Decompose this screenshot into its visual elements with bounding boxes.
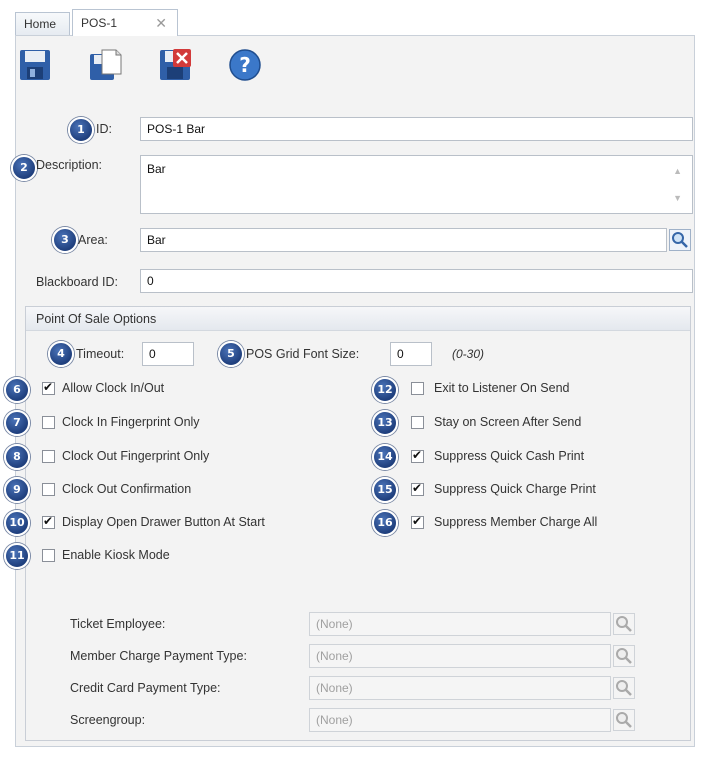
callout-badge: 11: [4, 543, 30, 569]
search-icon[interactable]: [613, 709, 635, 731]
scroll-down-icon[interactable]: ▼: [673, 187, 682, 209]
tab-home[interactable]: Home: [15, 12, 70, 35]
stay-on-screen-label: Stay on Screen After Send: [434, 415, 582, 429]
clock-in-fingerprint-only-label: Clock In Fingerprint Only: [62, 415, 200, 429]
id-field[interactable]: POS-1 Bar: [140, 117, 693, 141]
suppress-member-charge-checkbox[interactable]: [411, 514, 424, 529]
clock-out-fingerprint-only-checkbox[interactable]: [42, 450, 55, 463]
area-label: Area:: [78, 233, 108, 247]
callout-badge: 3: [52, 227, 78, 253]
font-size-range-hint: (0-30): [452, 347, 485, 361]
allow-clock-in-out-label: Allow Clock In/Out: [62, 381, 165, 395]
callout-badge: 8: [4, 444, 30, 470]
clock-in-fingerprint-only-checkbox[interactable]: [42, 416, 55, 429]
screengroup-label: Screengroup:: [70, 713, 146, 727]
tab-home-label: Home: [24, 17, 57, 31]
callout-badge: 5: [218, 341, 244, 367]
search-icon[interactable]: [613, 677, 635, 699]
display-open-drawer-label: Display Open Drawer Button At Start: [62, 515, 265, 529]
scroll-up-icon[interactable]: ▲: [673, 160, 682, 182]
screengroup-field[interactable]: (None): [309, 708, 611, 732]
ticket-employee-field[interactable]: (None): [309, 612, 611, 636]
callout-badge: 1: [68, 117, 94, 143]
callout-badge: 7: [4, 410, 30, 436]
tab-pos-1-label: POS-1: [81, 16, 118, 30]
svg-text:?: ?: [239, 53, 251, 77]
callout-badge: 4: [48, 341, 74, 367]
exit-to-listener-checkbox[interactable]: [411, 382, 424, 395]
tab-pos-1[interactable]: POS-1 ✕: [72, 9, 178, 36]
grid-font-size-field[interactable]: 0: [390, 342, 432, 366]
display-open-drawer-checkbox[interactable]: [42, 514, 55, 529]
callout-badge: 14: [372, 444, 398, 470]
blackboard-id-label: Blackboard ID:: [36, 275, 118, 289]
credit-card-payment-type-field[interactable]: (None): [309, 676, 611, 700]
clock-out-confirmation-label: Clock Out Confirmation: [62, 482, 192, 496]
group-title: Point Of Sale Options: [26, 307, 690, 331]
member-charge-payment-type-label: Member Charge Payment Type:: [70, 649, 247, 663]
tab-bar: Home POS-1 ✕: [15, 8, 695, 36]
clock-out-confirmation-checkbox[interactable]: [42, 483, 55, 496]
exit-to-listener-label: Exit to Listener On Send: [434, 381, 570, 395]
description-label: Description:: [36, 158, 102, 172]
description-field[interactable]: Bar ▲ ▼: [140, 155, 693, 214]
stay-on-screen-checkbox[interactable]: [411, 416, 424, 429]
ticket-employee-label: Ticket Employee:: [70, 617, 166, 631]
callout-badge: 10: [4, 510, 30, 536]
description-value: Bar: [147, 162, 166, 176]
close-icon[interactable]: ✕: [155, 10, 167, 37]
enable-kiosk-mode-label: Enable Kiosk Mode: [62, 548, 170, 562]
callout-badge: 16: [372, 510, 398, 536]
callout-badge: 6: [4, 377, 30, 403]
delete-icon[interactable]: [158, 48, 192, 82]
callout-badge: 12: [372, 377, 398, 403]
suppress-quick-charge-label: Suppress Quick Charge Print: [434, 482, 596, 496]
callout-badge: 9: [4, 477, 30, 503]
callout-badge: 13: [372, 410, 398, 436]
search-icon[interactable]: [669, 229, 691, 251]
search-icon[interactable]: [613, 645, 635, 667]
help-icon[interactable]: ?: [228, 48, 262, 82]
timeout-field[interactable]: 0: [142, 342, 194, 366]
suppress-quick-cash-checkbox[interactable]: [411, 448, 424, 463]
search-icon[interactable]: [613, 613, 635, 635]
grid-font-size-label: POS Grid Font Size:: [246, 347, 360, 361]
timeout-label: Timeout:: [76, 347, 125, 361]
callout-badge: 15: [372, 477, 398, 503]
clock-out-fingerprint-only-label: Clock Out Fingerprint Only: [62, 449, 210, 463]
save-new-icon[interactable]: [88, 48, 122, 82]
id-label: ID:: [96, 122, 112, 136]
callout-badge: 2: [11, 155, 37, 181]
blackboard-id-field[interactable]: 0: [140, 269, 693, 293]
area-field[interactable]: Bar: [140, 228, 667, 252]
credit-card-payment-type-label: Credit Card Payment Type:: [70, 681, 221, 695]
suppress-quick-cash-label: Suppress Quick Cash Print: [434, 449, 585, 463]
suppress-quick-charge-checkbox[interactable]: [411, 481, 424, 496]
enable-kiosk-mode-checkbox[interactable]: [42, 549, 55, 562]
suppress-member-charge-label: Suppress Member Charge All: [434, 515, 598, 529]
save-icon[interactable]: [18, 48, 52, 82]
member-charge-payment-type-field[interactable]: (None): [309, 644, 611, 668]
allow-clock-in-out-checkbox[interactable]: [42, 380, 55, 395]
